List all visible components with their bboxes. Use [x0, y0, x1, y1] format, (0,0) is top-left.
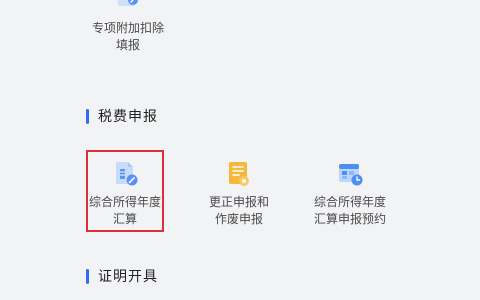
special-deduction-item[interactable]: 专项附加扣除 填报	[80, 0, 176, 62]
settlement-appointment-label: 综合所得年度 汇算申报预约	[313, 195, 386, 226]
calendar-clock-icon	[336, 160, 364, 188]
annual-settlement-label: 综合所得年度 汇算	[88, 195, 161, 226]
section-accent-bar	[86, 268, 89, 284]
special-deduction-label: 专项附加扣除 填报	[91, 21, 164, 52]
correct-void-filing-label: 更正申报和 作废申报	[208, 195, 269, 226]
section-header-tax-filing: 税费申报	[86, 106, 158, 126]
correct-void-filing-item[interactable]: 更正申报和 作废申报	[191, 150, 287, 234]
yellow-document-icon	[225, 160, 253, 188]
section-title-tax-filing: 税费申报	[98, 109, 158, 125]
document-edit-icon	[111, 160, 139, 188]
section-accent-bar	[86, 108, 89, 124]
section-header-certificate: 证明开具	[86, 266, 158, 286]
document-edit-icon	[116, 0, 140, 12]
settlement-appointment-item[interactable]: 综合所得年度 汇算申报预约	[302, 150, 398, 234]
annual-settlement-item[interactable]: 综合所得年度 汇算	[77, 150, 173, 234]
section-title-certificate: 证明开具	[98, 269, 158, 285]
